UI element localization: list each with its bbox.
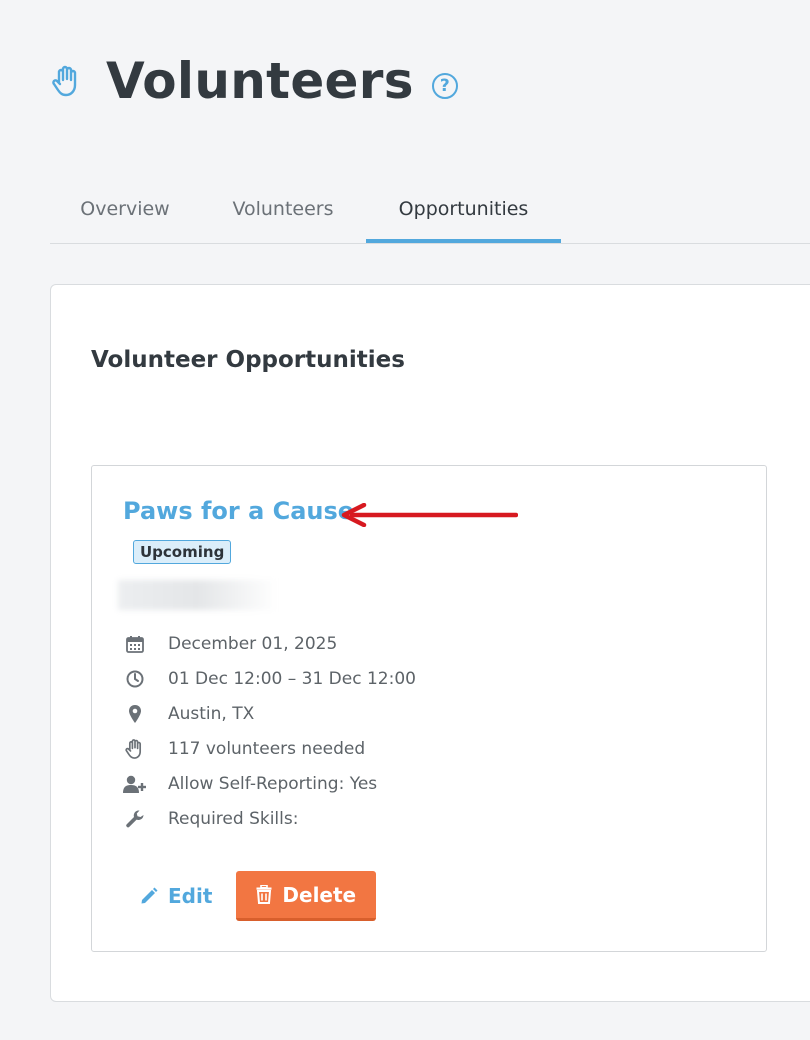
trash-icon [256,885,272,904]
opportunity-details: December 01, 2025 01 Dec 12:00 – 31 Dec … [122,626,416,836]
opportunity-card: Paws for a Cause Upcoming December 01, 2… [91,465,767,952]
edit-label: Edit [168,884,213,908]
page-title: Volunteers [106,52,414,110]
delete-button[interactable]: Delete [236,871,377,921]
card-actions: Edit Delete [140,871,377,921]
hand-icon [122,736,148,762]
detail-time: 01 Dec 12:00 – 31 Dec 12:00 [122,661,416,696]
detail-self-reporting: Allow Self-Reporting: Yes [122,766,416,801]
detail-time-text: 01 Dec 12:00 – 31 Dec 12:00 [168,668,416,689]
detail-volunteers-needed-text: 117 volunteers needed [168,738,366,759]
detail-volunteers-needed: 117 volunteers needed [122,731,416,766]
opportunity-title-link[interactable]: Paws for a Cause [123,497,354,525]
wrench-icon [122,806,148,832]
clock-icon [122,666,148,692]
page-header: Volunteers ? [50,52,458,110]
user-plus-icon [122,771,148,797]
redacted-content [118,580,278,610]
tab-volunteers[interactable]: Volunteers [210,180,356,243]
detail-required-skills-text: Required Skills: [168,808,299,829]
status-badge: Upcoming [133,540,232,564]
opportunities-panel: Volunteer Opportunities Paws for a Cause… [50,284,810,1002]
detail-required-skills: Required Skills: [122,801,416,836]
detail-date: December 01, 2025 [122,626,416,661]
section-title: Volunteer Opportunities [91,347,405,373]
pencil-icon [141,887,158,904]
tab-opportunities[interactable]: Opportunities [366,180,561,243]
detail-location-text: Austin, TX [168,703,255,724]
calendar-icon [122,631,148,657]
detail-date-text: December 01, 2025 [168,633,338,654]
detail-location: Austin, TX [122,696,416,731]
hand-icon [52,65,77,97]
tab-overview[interactable]: Overview [50,180,200,243]
tab-bar: Overview Volunteers Opportunities [50,180,810,244]
delete-label: Delete [282,882,357,907]
detail-self-reporting-text: Allow Self-Reporting: Yes [168,773,378,794]
edit-button[interactable]: Edit [140,884,212,908]
help-icon[interactable]: ? [431,73,458,99]
annotation-arrow-icon [341,503,518,527]
map-pin-icon [122,701,148,727]
